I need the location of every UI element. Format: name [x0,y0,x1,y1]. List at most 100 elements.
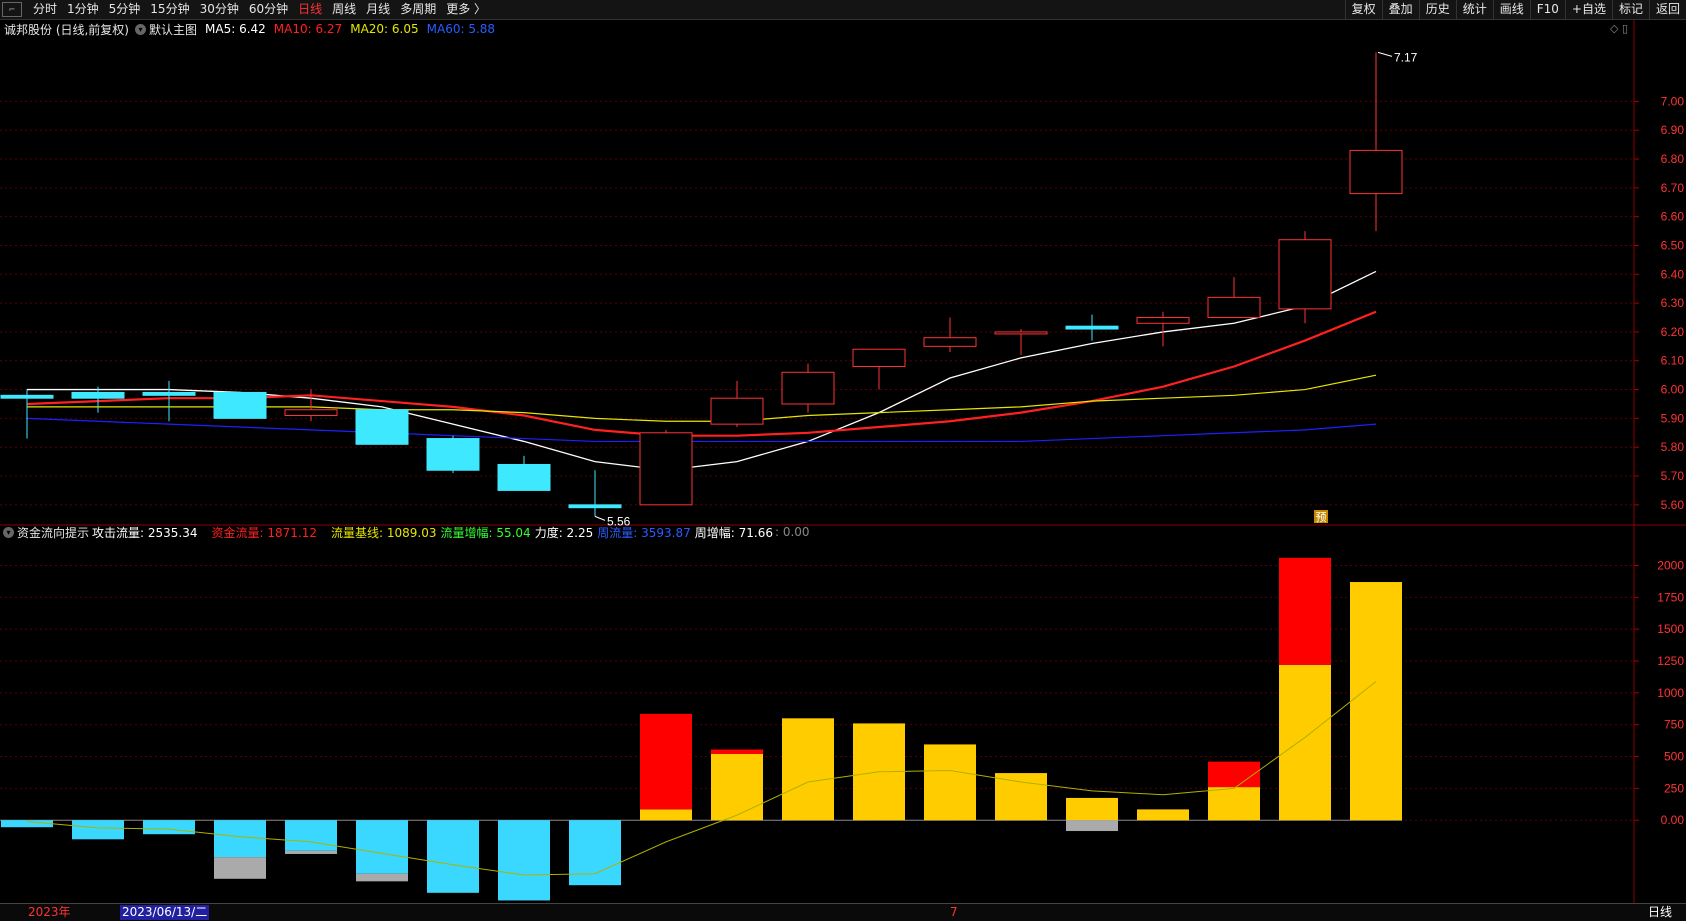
flow-bar-negative [356,820,408,874]
candle [213,391,267,419]
y-tick-label: 6.40 [1661,267,1685,281]
period-label: 日线 [1648,905,1673,919]
period-tab-7[interactable]: 周线 [327,0,361,19]
period-tab-4[interactable]: 30分钟 [195,0,244,19]
period-tab-6[interactable]: 日线 [293,0,327,19]
candle-body [355,409,409,445]
period-tabs: 分时 1分钟 5分钟 15分钟 30分钟 60分钟 日线 周线 月线 多周期 更多 〉 [28,0,491,19]
candle [639,429,693,506]
low-price-label: 5.56 [607,514,631,528]
candle [284,389,338,422]
flow-bar-attack [1279,557,1331,665]
collapse-icon[interactable]: ⌐ [2,2,22,17]
flow-bar-negative [427,820,479,893]
year-label: 2023年 [28,905,71,919]
candle [1278,231,1332,324]
period-toolbar: ⌐ 分时 1分钟 5分钟 15分钟 30分钟 60分钟 日线 周线 月线 多周期 更多 〉 复权 叠加… [0,0,1686,20]
candle [1065,314,1119,341]
date-axis: 2023年 2023/06/13/二 7 日线 [0,903,1686,921]
flow-bar [214,820,266,879]
period-tab-10[interactable]: 更多 〉 [441,0,491,19]
flow-bar [285,820,337,854]
period-tab-2[interactable]: 5分钟 [104,0,146,19]
period-tab-1[interactable]: 1分钟 [62,0,104,19]
high-price-label: 7.17 [1394,50,1418,64]
tool-button-6[interactable]: +自选 [1564,0,1612,19]
candle-body [568,504,622,509]
tool-button-0[interactable]: 复权 [1344,0,1382,19]
period-tab-5[interactable]: 60分钟 [244,0,293,19]
ma-line-ma5 [27,270,1377,471]
candle [994,329,1048,355]
y-tick-label: 7.00 [1661,94,1685,108]
candle [497,455,551,491]
candle [568,470,622,517]
flow-bar-negative [72,820,124,840]
tool-button-2[interactable]: 历史 [1418,0,1456,19]
candle-body [923,337,977,347]
y-tick-label: 6.30 [1661,296,1685,310]
candle-body [639,432,693,506]
candle-body [1278,239,1332,310]
candle [142,380,196,422]
tool-button-4[interactable]: 画线 [1492,0,1530,19]
flow-bar-positive [1208,787,1260,821]
flow-bar-negative [143,820,195,835]
y-tick-label: 250 [1664,781,1684,795]
flow-bar [427,820,479,893]
flow-bar [782,718,834,821]
candle-body [0,394,54,399]
y-tick-label: 1500 [1657,622,1684,636]
flow-bar-negative [569,820,621,886]
tool-buttons: 复权 叠加 历史 统计 画线 F10 +自选 标记 返回 [1344,0,1686,19]
flow-bar-gray [214,857,266,879]
tool-button-5[interactable]: F10 [1529,0,1565,19]
candle-body [1136,317,1190,324]
tool-button-1[interactable]: 叠加 [1381,0,1419,19]
candle-body [142,391,196,396]
flow-bar [72,820,124,840]
candle [852,348,906,390]
y-tick-label: 6.80 [1661,152,1685,166]
flow-bar-positive [924,744,976,821]
y-tick-label: 0.00 [1661,813,1685,827]
flow-bar-positive [1066,797,1118,821]
tool-button-7[interactable]: 标记 [1611,0,1649,19]
flow-bar-attack [1208,761,1260,788]
candle-body [284,409,338,416]
cursor-date: 2023/06/13/二 [120,905,210,920]
period-tab-0[interactable]: 分时 [28,0,62,19]
y-tick-label: 5.60 [1661,498,1685,512]
candle-body [497,463,551,491]
flow-bar-attack [711,749,763,754]
flow-bar [1208,761,1260,821]
flow-bar-positive [782,718,834,821]
candle-body [1207,296,1261,319]
candle [1349,52,1403,232]
high-pointer [1377,51,1393,57]
flow-bar-negative [498,820,550,901]
candle-body [852,348,906,368]
y-tick-label: 6.00 [1661,383,1685,397]
y-tick-label: 2000 [1657,558,1684,572]
candle-body [781,371,835,405]
y-tick-label: 1000 [1657,686,1684,700]
period-tab-3[interactable]: 15分钟 [145,0,194,19]
flow-bar [1137,809,1189,821]
y-tick-label: 1750 [1657,590,1684,604]
y-tick-label: 6.90 [1661,123,1685,137]
y-tick-label: 5.70 [1661,469,1685,483]
y-tick-label: 1250 [1657,654,1684,668]
y-tick-label: 6.70 [1661,181,1685,195]
y-tick-label: 6.20 [1661,325,1685,339]
kline-chart[interactable]: 5.60 5.70 5.80 5.90 6.00 6.10 6.20 6.30 6.40 6.50… [0,20,1686,903]
flow-bar [569,820,621,886]
period-tab-8[interactable]: 月线 [361,0,395,19]
tool-button-8[interactable]: 返回 [1648,0,1686,19]
flow-bar-negative [214,820,266,858]
period-tab-9[interactable]: 多周期 [395,0,441,19]
y-tick-label: 6.60 [1661,210,1685,224]
tool-button-3[interactable]: 统计 [1455,0,1493,19]
y-tick-label: 750 [1664,718,1684,732]
candle-body [710,397,764,425]
